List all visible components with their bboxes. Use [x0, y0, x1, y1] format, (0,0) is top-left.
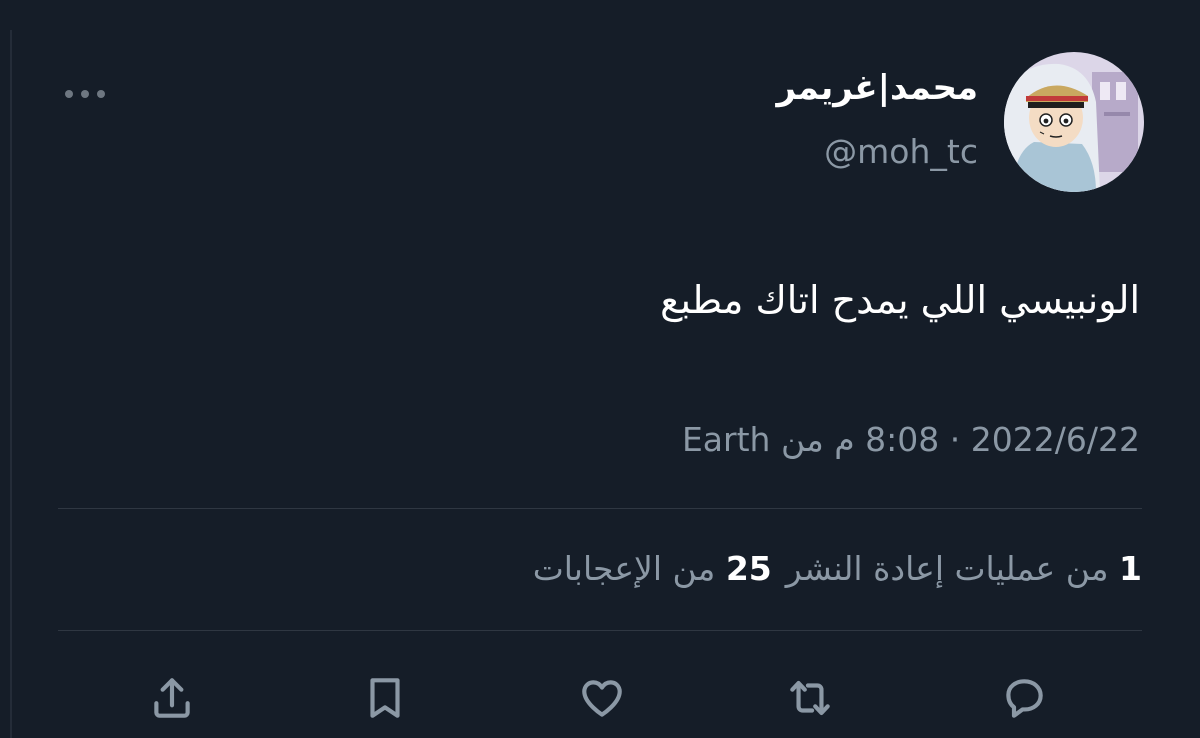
- tweet-text: الونبيسي اللي يمدح اتاك مطبع: [660, 278, 1140, 322]
- likes-label: من الإعجابات: [532, 549, 716, 588]
- divider-bottom: [58, 630, 1142, 631]
- likes-count: 25: [725, 549, 772, 588]
- tweet-date[interactable]: 2022/6/22: [971, 420, 1140, 459]
- like-button[interactable]: [572, 668, 632, 728]
- like-icon: [582, 680, 622, 717]
- left-border-line: [10, 30, 12, 738]
- retweets-label: من عمليات إعادة النشر: [785, 549, 1109, 588]
- retweet-icon: [790, 680, 830, 716]
- tweet-source: Earth: [681, 420, 771, 459]
- bookmark-icon: [370, 678, 400, 718]
- reply-button[interactable]: [994, 668, 1054, 728]
- likes-stat[interactable]: 25 من الإعجابات: [533, 549, 772, 588]
- retweets-stat[interactable]: 1 من عمليات إعادة النشر: [786, 549, 1142, 588]
- divider-top: [58, 508, 1142, 509]
- more-options-button[interactable]: [60, 82, 110, 106]
- avatar[interactable]: [1004, 52, 1144, 192]
- reply-icon: [1006, 679, 1043, 718]
- share-button[interactable]: [142, 668, 202, 728]
- source-prefix: من: [780, 420, 824, 459]
- more-dots-icon: [65, 90, 105, 98]
- retweet-button[interactable]: [780, 668, 840, 728]
- share-icon: [154, 678, 190, 718]
- engagement-stats: 1 من عمليات إعادة النشر 25 من الإعجابات: [533, 549, 1142, 589]
- display-name[interactable]: محمد|غريمر: [777, 68, 979, 109]
- anime-character-avatar-icon: [1004, 52, 1144, 192]
- retweets-count: 1: [1119, 549, 1142, 588]
- tweet-meta: 2022/6/22 · 8:08 م من Earth: [682, 420, 1140, 460]
- tweet-time[interactable]: 8:08 م: [834, 420, 939, 459]
- user-handle[interactable]: @moh_tc: [824, 132, 978, 172]
- meta-separator: ·: [949, 420, 961, 459]
- bookmark-button[interactable]: [355, 668, 415, 728]
